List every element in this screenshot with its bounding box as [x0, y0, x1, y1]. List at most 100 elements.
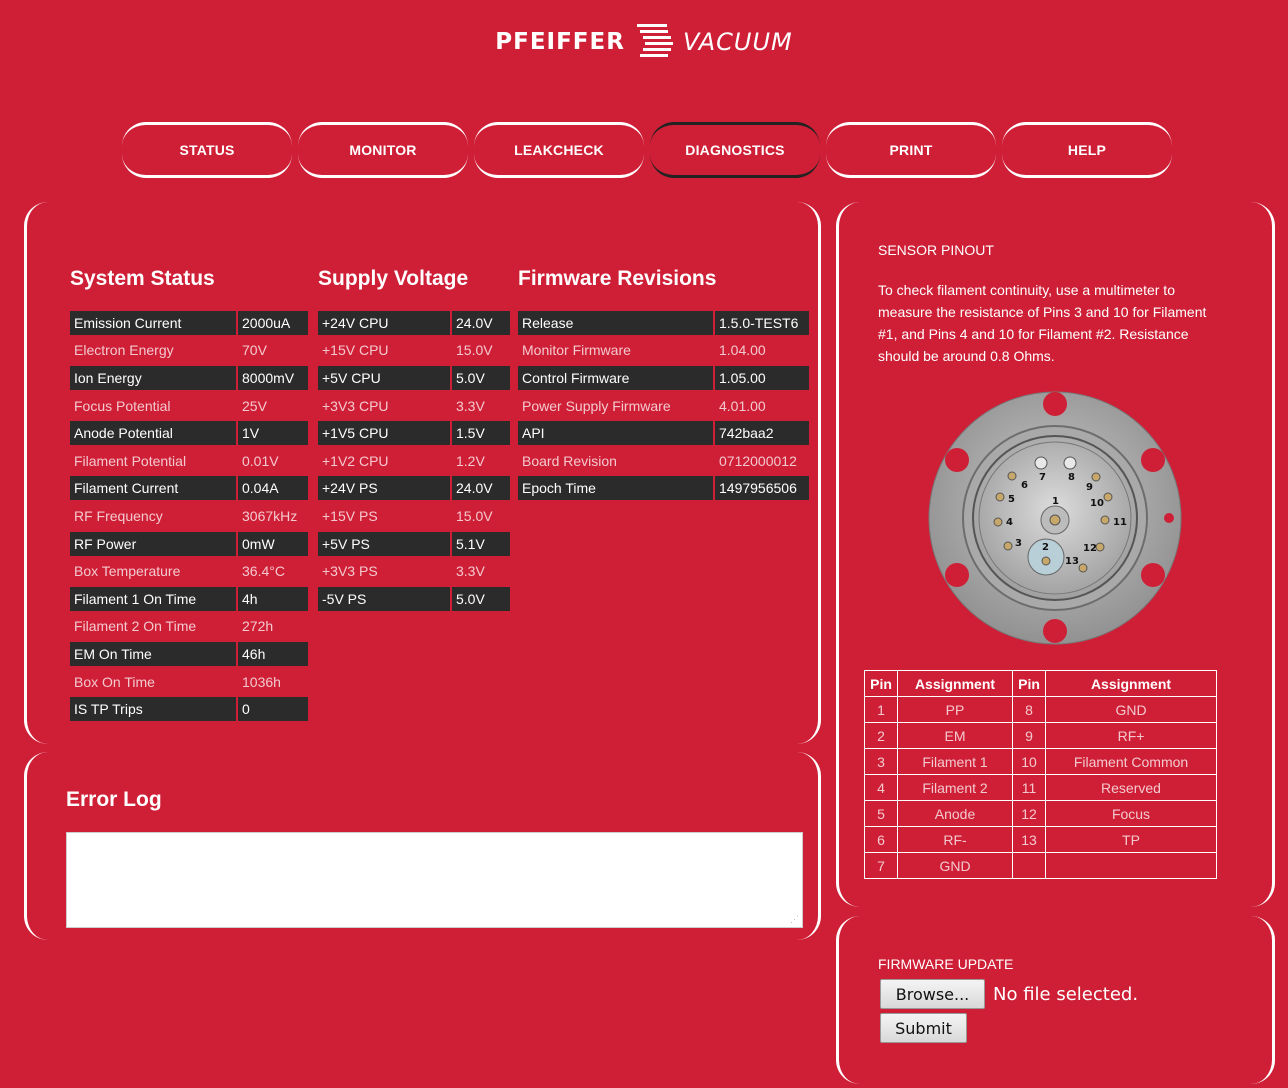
logo-sub: VACUUM	[682, 28, 793, 56]
assignment-header: Assignment	[1045, 670, 1217, 697]
row-label: Anode Potential	[70, 421, 236, 446]
pin-assignment-table: Pin Assignment Pin Assignment 1 PP 8 GND 2 EM…	[864, 670, 1217, 879]
status-row: Focus Potential 25V	[70, 392, 308, 420]
status-row: +15V PS 15.0V	[318, 502, 510, 530]
pin-label-5: 5	[1008, 494, 1015, 505]
tab-diagnostics[interactable]: DIAGNOSTICS	[650, 122, 820, 178]
row-value: 15.0V	[456, 342, 493, 359]
pin-label-4: 4	[1006, 517, 1013, 528]
status-row: Box Temperature 36.4°C	[70, 557, 308, 585]
pin-table-row: 3 Filament 1 10 Filament Common	[864, 748, 1217, 775]
pin-label-3: 3	[1015, 538, 1022, 549]
row-label: Monitor Firmware	[522, 342, 631, 359]
pin-table-row: 2 EM 9 RF+	[864, 722, 1217, 749]
pin-number-cell: 3	[864, 748, 898, 775]
row-label: Focus Potential	[74, 397, 171, 414]
pin-label-12: 12	[1083, 543, 1097, 554]
row-value: 1.5.0-TEST6	[715, 310, 809, 335]
status-row: Monitor Firmware 1.04.00	[518, 337, 809, 365]
tab-leakcheck[interactable]: LEAKCHECK	[474, 122, 644, 178]
row-value: 1.2V	[456, 452, 485, 469]
pin-number-cell: 13	[1012, 826, 1046, 853]
row-label: +3V3 CPU	[322, 397, 389, 414]
status-row: Control Firmware 1.05.00	[518, 364, 809, 392]
status-row: +1V2 CPU 1.2V	[318, 447, 510, 475]
pin-label-2: 2	[1042, 542, 1049, 553]
row-value: 24.0V	[452, 310, 510, 335]
pin-label-8: 8	[1068, 472, 1075, 483]
pin-number-cell: 4	[864, 774, 898, 801]
row-label: Filament Current	[70, 476, 236, 501]
row-label: Emission Current	[70, 310, 236, 335]
logo-mark-icon	[636, 24, 673, 57]
submit-button[interactable]: Submit	[880, 1013, 967, 1043]
status-row: Release 1.5.0-TEST6	[518, 309, 809, 337]
row-label: Filament 2 On Time	[74, 618, 197, 635]
pin-assignment-cell: Filament 2	[897, 774, 1013, 801]
status-row: +3V3 PS 3.3V	[318, 557, 510, 585]
tab-status[interactable]: STATUS	[122, 122, 292, 178]
row-value: 2000uA	[238, 310, 308, 335]
status-row: API 742baa2	[518, 419, 809, 447]
system-status-title: System Status	[70, 267, 215, 290]
pin-number-cell: 6	[864, 826, 898, 853]
pin-header: Pin	[864, 670, 898, 697]
error-log-title: Error Log	[66, 788, 162, 811]
status-row: Board Revision 0712000012	[518, 447, 809, 475]
row-label: +15V PS	[322, 507, 378, 524]
row-label: +1V2 CPU	[322, 452, 389, 469]
pin-table-row: 5 Anode 12 Focus	[864, 800, 1217, 827]
row-value: 0712000012	[719, 452, 797, 469]
row-label: Ion Energy	[70, 365, 236, 390]
row-value: 1V	[238, 421, 308, 446]
status-row: Power Supply Firmware 4.01.00	[518, 392, 809, 420]
tab-print[interactable]: PRINT	[826, 122, 996, 178]
no-file-selected-text: No file selected.	[993, 984, 1139, 1005]
pin-number-cell	[1012, 852, 1046, 879]
error-log-textarea[interactable]	[66, 832, 803, 928]
row-label: +5V CPU	[318, 365, 450, 390]
pin-assignment-cell: Anode	[897, 800, 1013, 827]
pin-label-13: 13	[1065, 556, 1079, 567]
row-value: 36.4°C	[242, 563, 285, 580]
status-row: Anode Potential 1V	[70, 419, 308, 447]
pin-number-cell: 2	[864, 722, 898, 749]
pin-header: Pin	[1012, 670, 1046, 697]
pin-table-row: 7 GND	[864, 852, 1217, 879]
tab-monitor[interactable]: MONITOR	[298, 122, 468, 178]
pin-number-cell: 1	[864, 696, 898, 723]
status-row: Ion Energy 8000mV	[70, 364, 308, 392]
pin-assignment-cell: RF+	[1045, 722, 1217, 749]
row-label: RF Frequency	[74, 507, 163, 524]
pin-label-6: 6	[1021, 480, 1028, 491]
status-row: Filament Current 0.04A	[70, 475, 308, 503]
pin-number-cell: 12	[1012, 800, 1046, 827]
supply-voltage-title: Supply Voltage	[318, 267, 469, 290]
status-row: +5V PS 5.1V	[318, 530, 510, 558]
system-status-table: Emission Current 2000uA Electron Energy 70V…	[70, 309, 308, 723]
row-value: 46h	[238, 641, 308, 666]
pin-number-cell: 9	[1012, 722, 1046, 749]
row-label: +24V CPU	[318, 310, 450, 335]
row-value: 24.0V	[452, 476, 510, 501]
status-row: +15V CPU 15.0V	[318, 337, 510, 365]
status-row: +5V CPU 5.0V	[318, 364, 510, 392]
browse-button[interactable]: Browse...	[880, 979, 985, 1009]
status-row: Electron Energy 70V	[70, 337, 308, 365]
pin-number-cell: 8	[1012, 696, 1046, 723]
pin-number-cell: 10	[1012, 748, 1046, 775]
row-value: 3067kHz	[242, 507, 298, 524]
pin-assignment-cell: GND	[897, 852, 1013, 879]
row-value: 742baa2	[715, 421, 809, 446]
status-row: +24V PS 24.0V	[318, 475, 510, 503]
sensor-pinout-title: SENSOR PINOUT	[878, 242, 994, 258]
row-label: +24V PS	[318, 476, 450, 501]
row-label: +15V CPU	[322, 342, 389, 359]
row-label: Filament Potential	[74, 452, 187, 469]
row-value: 5.1V	[452, 531, 510, 556]
pin-label-1: 1	[1052, 496, 1059, 507]
pin-assignment-cell	[1045, 852, 1217, 879]
tab-help[interactable]: HELP	[1002, 122, 1172, 178]
pin-assignment-cell: Focus	[1045, 800, 1217, 827]
pin-assignment-cell: Filament Common	[1045, 748, 1217, 775]
